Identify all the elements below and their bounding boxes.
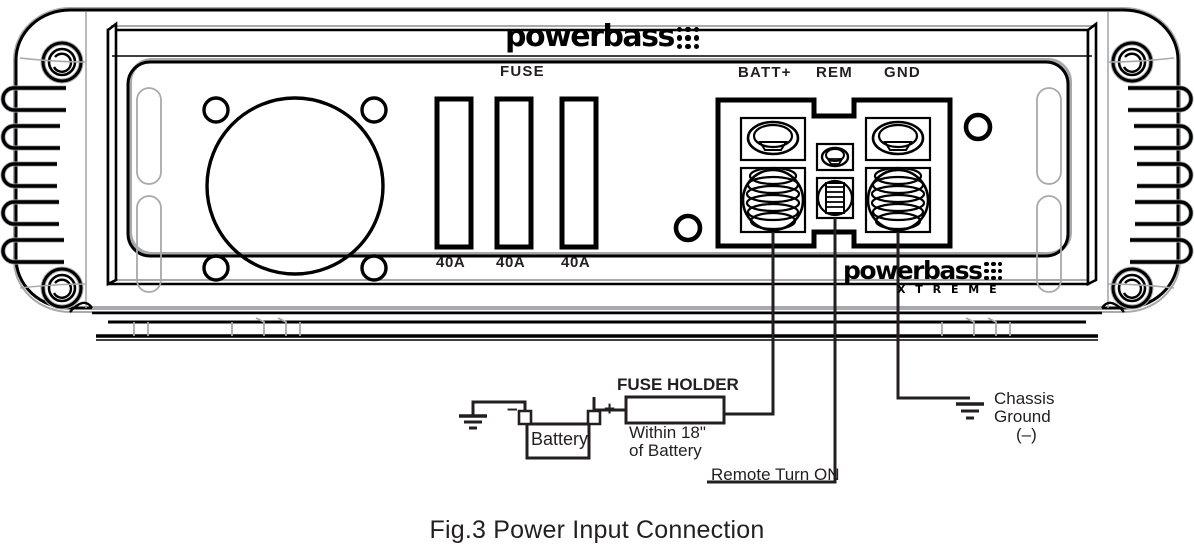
battery-positive-post	[586, 409, 602, 426]
dot-grid-icon	[984, 262, 1003, 280]
power-input-connection-diagram	[0, 7, 1194, 484]
ground-symbol-chassis	[956, 402, 984, 420]
brand-logo-secondary-word: powerbass	[843, 256, 983, 285]
brand-logo-word: powerbass	[505, 19, 675, 54]
battery-positive-mark: +	[604, 399, 616, 420]
terminal-label-rem: REM	[816, 64, 853, 81]
ground-symbol-battery	[459, 414, 487, 430]
fuse-holder-note-line1: Within 18"	[629, 423, 706, 442]
chassis-ground-line2: Ground	[994, 407, 1051, 426]
fuse-slot-3	[559, 96, 599, 250]
dot-grid-icon	[676, 27, 699, 49]
fuse-holder-note-line2: of Battery	[629, 441, 702, 460]
fuse-section-heading: FUSE	[500, 63, 545, 80]
terminal-label-gnd: GND	[884, 64, 921, 81]
figure-container: powerbass powerbass X T R E M E FUSE 40A…	[0, 0, 1194, 560]
fuse-slot-2	[494, 96, 534, 250]
remote-turn-on-label: Remote Turn ON	[711, 465, 840, 484]
chassis-base-lip	[69, 301, 1125, 341]
brand-logo-xtreme-sub: X T R E M E	[897, 283, 1000, 296]
chassis-ground-line3: (–)	[1016, 425, 1037, 444]
battery-negative-post	[517, 409, 533, 426]
brand-logo-primary: powerbass	[505, 22, 699, 52]
battery-label: Battery	[531, 429, 589, 449]
fuse-slot-1	[434, 96, 474, 250]
fuse-rating-2: 40A	[496, 254, 526, 271]
chassis-ground-line1: Chassis	[994, 389, 1055, 408]
amplifier-chassis	[0, 7, 1194, 341]
fuse-slots	[434, 96, 599, 250]
battery-negative-mark: –	[507, 399, 518, 420]
fuse-rating-3: 40A	[561, 254, 591, 271]
fuse-holder-body	[624, 395, 726, 425]
fuse-holder-label: FUSE HOLDER	[617, 375, 739, 394]
fuse-rating-1: 40A	[436, 254, 466, 271]
brand-logo-secondary: powerbass	[843, 256, 1003, 285]
terminal-label-batt: BATT+	[738, 64, 792, 81]
figure-caption: Fig.3 Power Input Connection	[429, 516, 765, 544]
